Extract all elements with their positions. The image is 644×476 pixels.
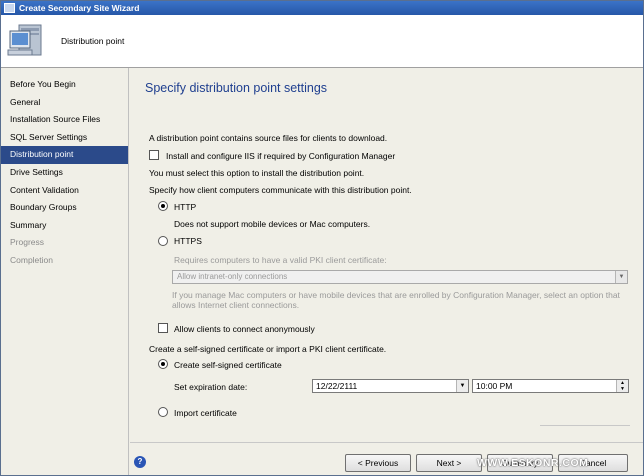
divider — [540, 425, 630, 426]
title-bar: Create Secondary Site Wizard — [1, 1, 643, 15]
nav-item-completion: Completion — [10, 254, 53, 265]
wizard-nav: Before You Begin General Installation So… — [1, 68, 129, 475]
expiration-label: Set expiration date: — [174, 382, 248, 392]
time-spinner[interactable]: ▲ ▼ — [616, 380, 628, 392]
https-radio[interactable] — [158, 236, 168, 246]
window-title: Create Secondary Site Wizard — [19, 3, 140, 13]
watermark-text: WWW.ESKONR.COM — [477, 457, 589, 469]
nav-item-before-you-begin[interactable]: Before You Begin — [1, 76, 128, 94]
nav-item-content-validation[interactable]: Content Validation — [1, 182, 128, 200]
computer-icon — [7, 24, 42, 56]
http-radio[interactable] — [158, 201, 168, 211]
http-note: Does not support mobile devices or Mac c… — [174, 219, 371, 229]
wizard-header: Distribution point — [1, 15, 643, 68]
nav-item-progress: Progress — [10, 237, 45, 248]
self-signed-radio[interactable] — [158, 359, 168, 369]
anonymous-label: Allow clients to connect anonymously — [174, 324, 315, 334]
http-label: HTTP — [174, 202, 197, 212]
nav-item-installation-source-files[interactable]: Installation Source Files — [1, 111, 128, 129]
nav-item-drive-settings[interactable]: Drive Settings — [1, 164, 128, 182]
import-radio[interactable] — [158, 407, 168, 417]
calendar-dropdown-icon[interactable]: ▼ — [456, 380, 468, 392]
chevron-down-icon: ▼ — [615, 271, 627, 283]
import-label: Import certificate — [174, 408, 237, 418]
intro-text: A distribution point contains source fil… — [149, 133, 388, 143]
intranet-select-value: Allow intranet-only connections — [177, 272, 288, 281]
page-title: Specify distribution point settings — [145, 81, 328, 95]
communicate-text: Specify how client computers communicate… — [149, 185, 412, 195]
mac-note-line-1: If you manage Mac computers or have mobi… — [172, 290, 620, 300]
pki-note: Requires computers to have a valid PKI c… — [174, 255, 387, 265]
nav-item-summary[interactable]: Summary — [1, 217, 128, 235]
help-icon[interactable]: ? — [134, 456, 146, 468]
previous-button[interactable]: < Previous — [345, 454, 411, 472]
iis-note: You must select this option to install t… — [149, 168, 365, 178]
wizard-window: Create Secondary Site Wizard Distributio… — [0, 0, 644, 476]
mac-note-line-2: allows Internet client connections. — [172, 300, 300, 310]
anonymous-checkbox[interactable] — [158, 323, 168, 333]
expiration-date-value: 12/22/2111 — [316, 381, 358, 391]
content-panel: Specify distribution point settings A di… — [130, 68, 643, 442]
next-button[interactable]: Next > — [416, 454, 482, 472]
intranet-select: Allow intranet-only connections ▼ — [172, 270, 628, 284]
expiration-time-field[interactable]: 10:00 PM ▲ ▼ — [472, 379, 629, 393]
spin-down-icon[interactable]: ▼ — [617, 386, 628, 392]
iis-checkbox[interactable] — [149, 150, 159, 160]
https-label: HTTPS — [174, 236, 202, 246]
expiration-date-picker[interactable]: 12/22/2111 ▼ — [312, 379, 469, 393]
cert-prompt: Create a self-signed certificate or impo… — [149, 344, 387, 354]
header-text: Distribution point — [61, 36, 125, 46]
nav-item-sql-server-settings[interactable]: SQL Server Settings — [1, 129, 128, 147]
nav-item-distribution-point[interactable]: Distribution point — [1, 146, 128, 164]
expiration-time-value: 10:00 PM — [476, 381, 513, 391]
wizard-icon — [4, 3, 15, 13]
nav-item-boundary-groups[interactable]: Boundary Groups — [1, 199, 128, 217]
iis-label: Install and configure IIS if required by… — [166, 151, 396, 161]
self-signed-label: Create self-signed certificate — [174, 360, 282, 370]
nav-item-general[interactable]: General — [1, 94, 128, 112]
